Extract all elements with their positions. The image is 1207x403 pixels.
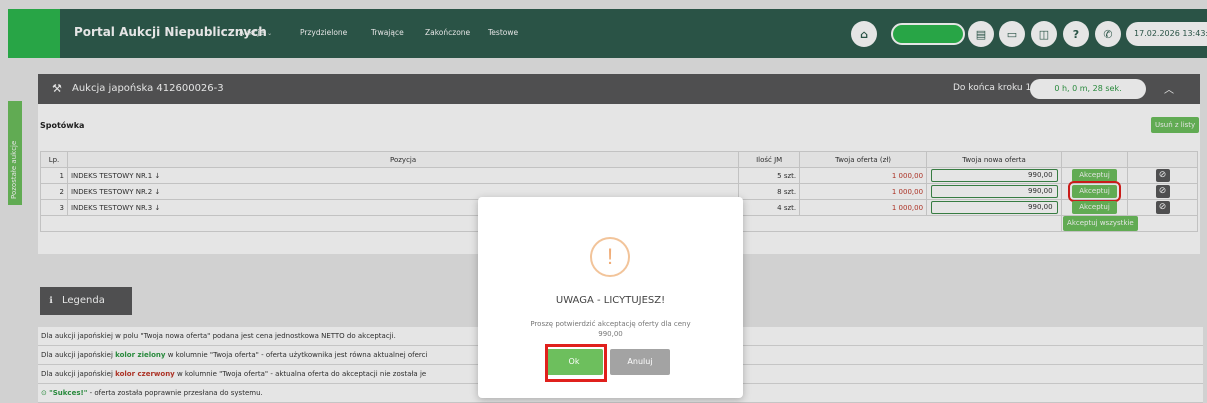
ok-button-highlight bbox=[545, 344, 607, 382]
dialog-price: 990,00 bbox=[598, 330, 623, 338]
dialog-message: Proszę potwierdzić akceptację oferty dla… bbox=[478, 319, 743, 339]
dialog-title: UWAGA - LICYTUJESZ! bbox=[555, 295, 666, 306]
cancel-button[interactable]: Anuluj bbox=[610, 349, 670, 375]
warning-icon: ! bbox=[590, 237, 630, 277]
confirm-dialog: ! UWAGA - LICYTUJESZ! Proszę potwierdzić… bbox=[478, 197, 743, 398]
